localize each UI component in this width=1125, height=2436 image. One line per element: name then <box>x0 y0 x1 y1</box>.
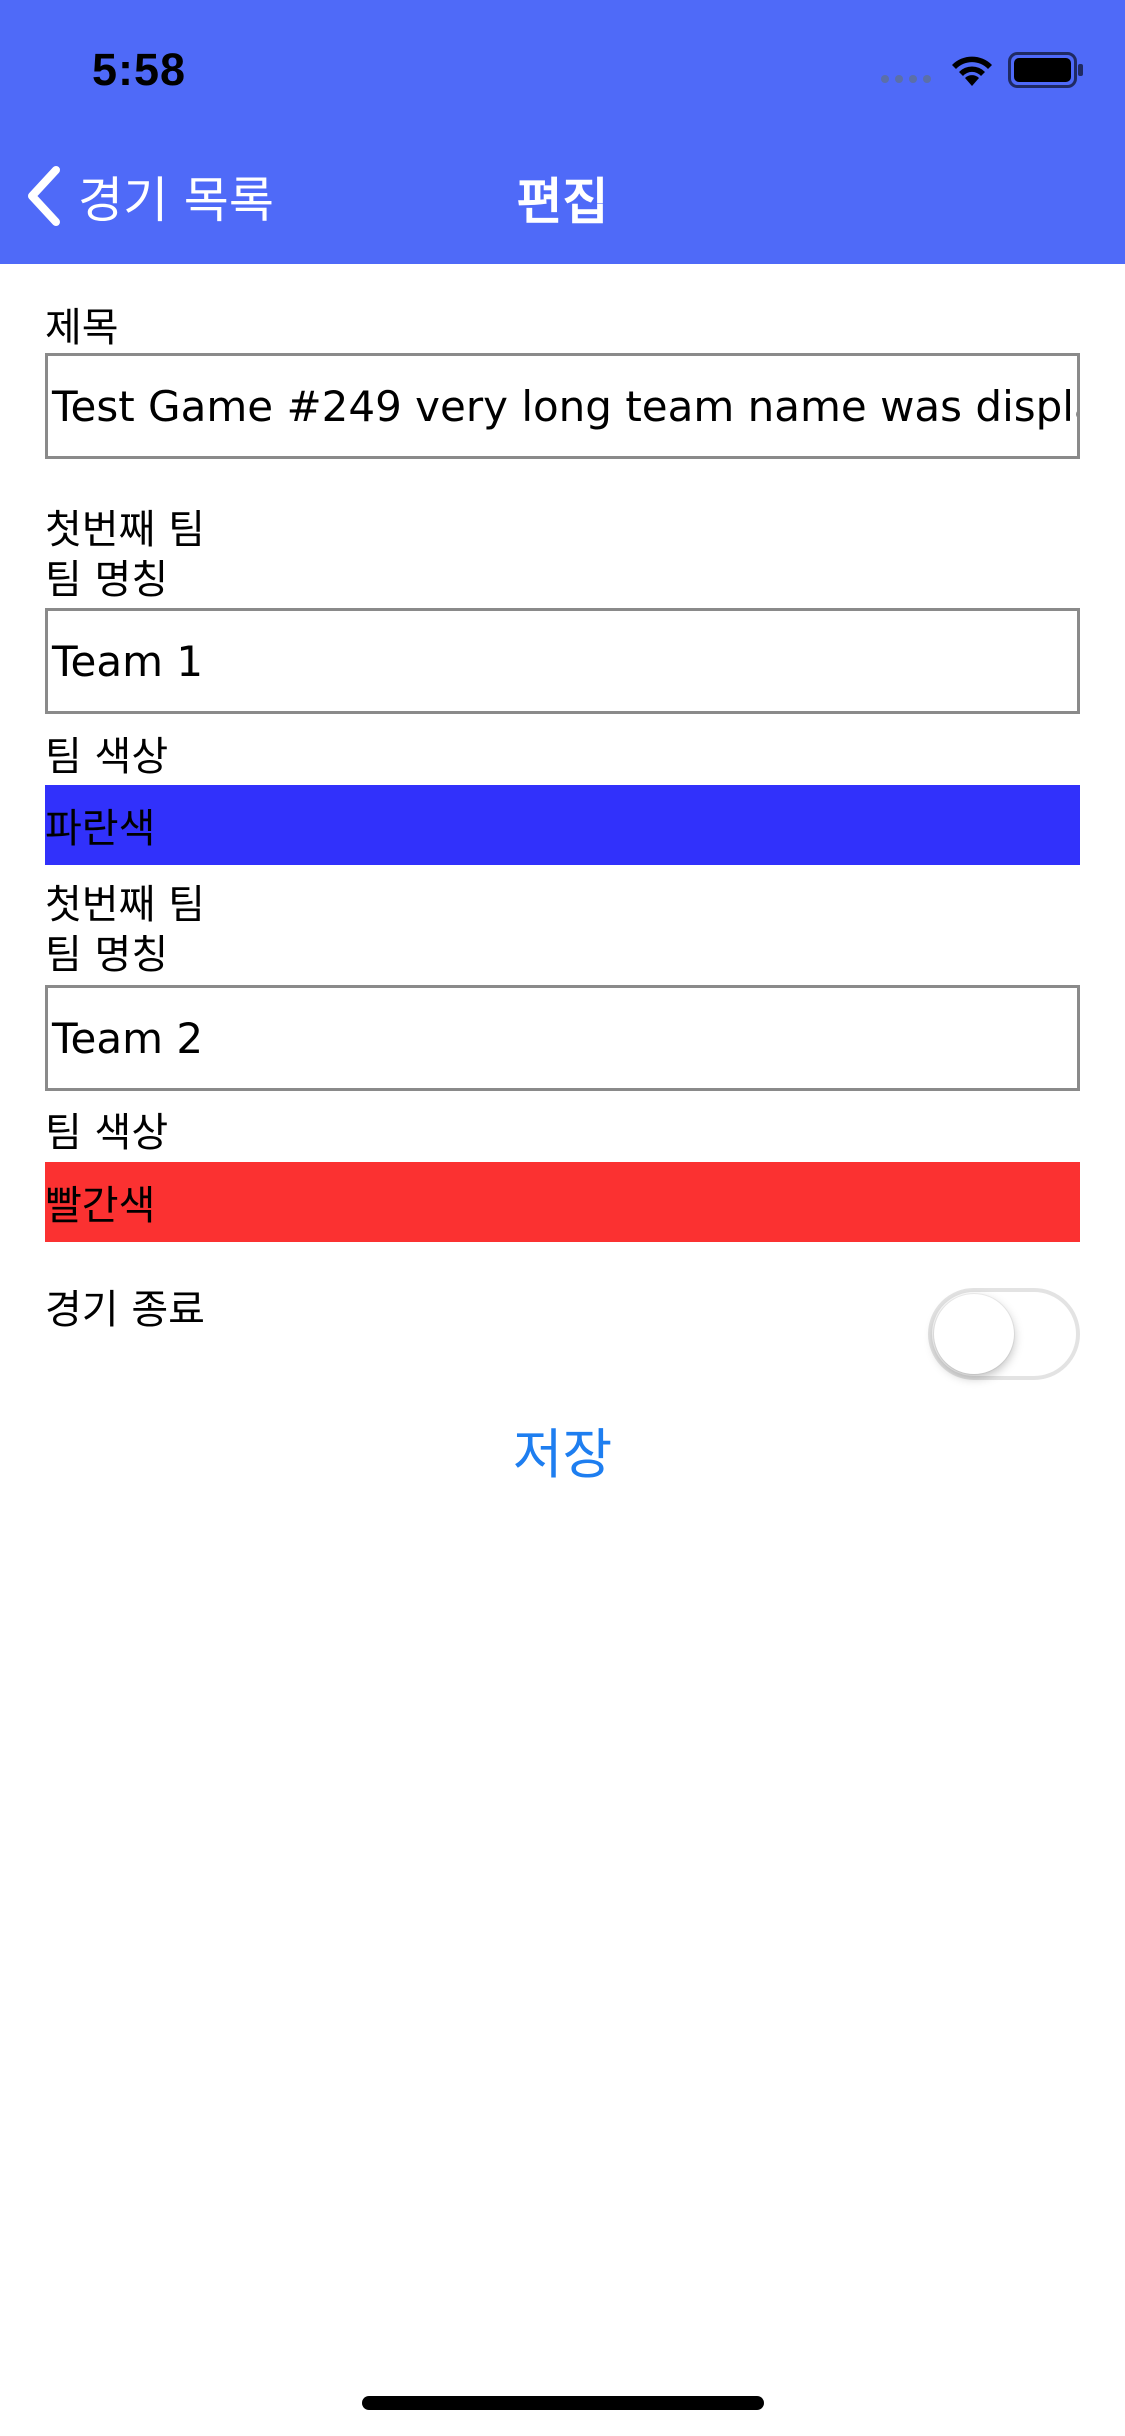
title-input[interactable]: Test Game #249 very long team name was d… <box>45 353 1080 459</box>
team2-color-label: 팀 색상 <box>45 1110 169 1156</box>
team2-section-label: 첫번째 팀 <box>45 882 205 928</box>
toggle-knob <box>934 1294 1014 1374</box>
save-button[interactable]: 저장 <box>0 1410 1125 1489</box>
game-over-label: 경기 종료 <box>45 1287 205 1333</box>
team2-color-picker[interactable]: 빨간색 <box>45 1162 1080 1242</box>
home-indicator <box>362 2396 764 2410</box>
team1-name-label: 팀 명칭 <box>45 557 169 603</box>
cellular-signal-icon <box>881 75 931 83</box>
status-time: 5:58 <box>92 44 187 95</box>
team1-color-value: 파란색 <box>45 806 156 852</box>
edit-game-screen: 5:58 경기 목록 편집 제목 Test Game #249 very lon… <box>0 0 1125 2436</box>
team2-color-value: 빨간색 <box>45 1183 156 1229</box>
navigation-header: 5:58 경기 목록 편집 <box>0 0 1125 264</box>
battery-icon <box>1008 52 1083 88</box>
team1-color-label: 팀 색상 <box>45 734 169 780</box>
team2-name-label: 팀 명칭 <box>45 932 169 978</box>
team1-name-input[interactable]: Team 1 <box>45 608 1080 714</box>
title-label: 제목 <box>45 305 119 351</box>
wifi-icon <box>952 56 992 86</box>
team2-name-input[interactable]: Team 2 <box>45 985 1080 1091</box>
game-over-toggle[interactable] <box>928 1288 1080 1380</box>
team1-section-label: 첫번째 팀 <box>45 507 205 553</box>
team1-color-picker[interactable]: 파란색 <box>45 785 1080 865</box>
page-title: 편집 <box>516 173 609 231</box>
